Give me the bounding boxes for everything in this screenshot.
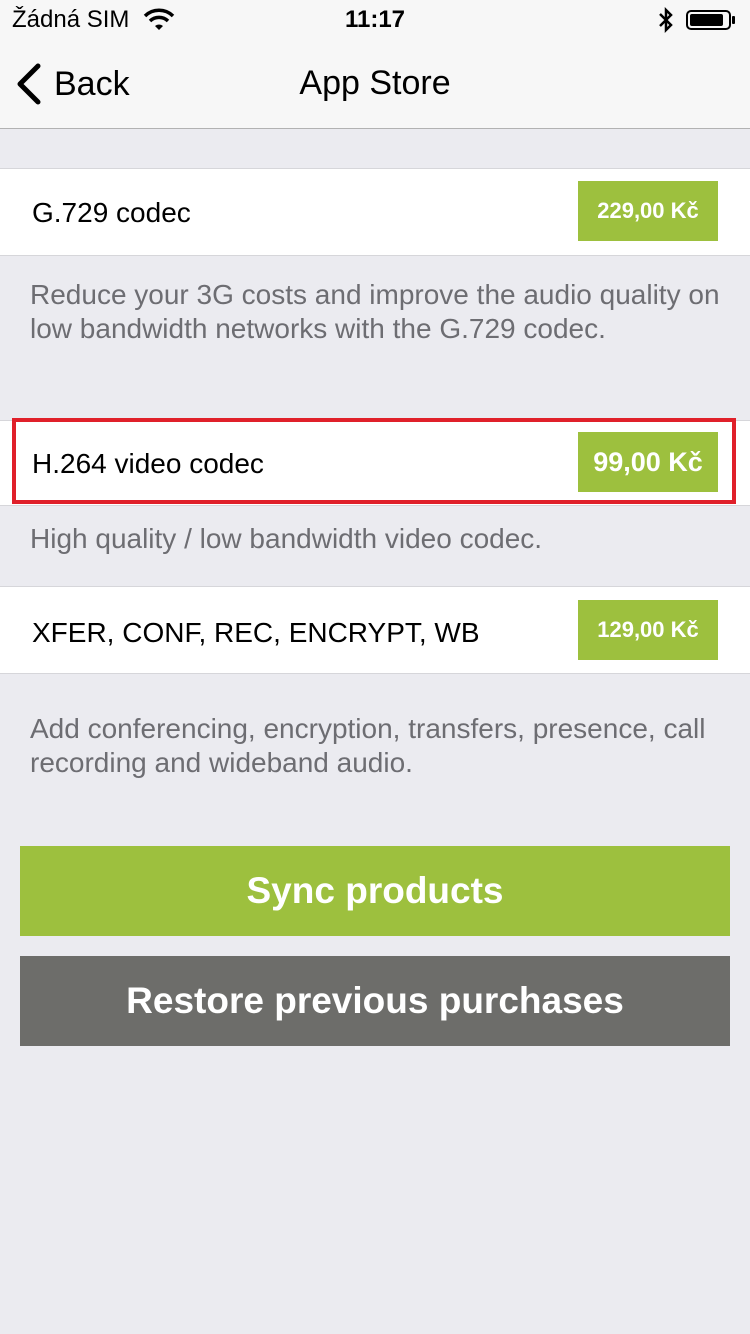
- product-description: Add conferencing, encryption, transfers,…: [30, 713, 706, 778]
- product-row-h264[interactable]: H.264 video codec 99,00 Kč: [0, 420, 750, 506]
- page-title: App Store: [299, 64, 451, 102]
- sync-products-button[interactable]: Sync products: [20, 846, 730, 936]
- product-description: High quality / low bandwidth video codec…: [30, 523, 543, 554]
- product-description: Reduce your 3G costs and improve the aud…: [30, 279, 720, 344]
- product-name: G.729 codec: [32, 197, 191, 228]
- product-row-g729[interactable]: G.729 codec 229,00 Kč: [0, 168, 750, 256]
- price-button[interactable]: 229,00 Kč: [578, 181, 718, 241]
- clock: 11:17: [344, 6, 406, 33]
- product-name: XFER, CONF, REC, ENCRYPT, WB: [32, 617, 480, 648]
- price-button[interactable]: 99,00 Kč: [578, 432, 718, 492]
- navigation-bar: Back App Store: [0, 40, 750, 129]
- battery-icon: [686, 10, 735, 30]
- price-button[interactable]: 129,00 Kč: [578, 600, 718, 660]
- restore-purchases-button[interactable]: Restore previous purchases: [20, 956, 730, 1046]
- status-bar: Žádná SIM 11:17: [0, 0, 750, 40]
- bluetooth-icon: [659, 6, 673, 34]
- product-row-bundle[interactable]: XFER, CONF, REC, ENCRYPT, WB 129,00 Kč: [0, 586, 750, 674]
- product-name: H.264 video codec: [32, 448, 264, 479]
